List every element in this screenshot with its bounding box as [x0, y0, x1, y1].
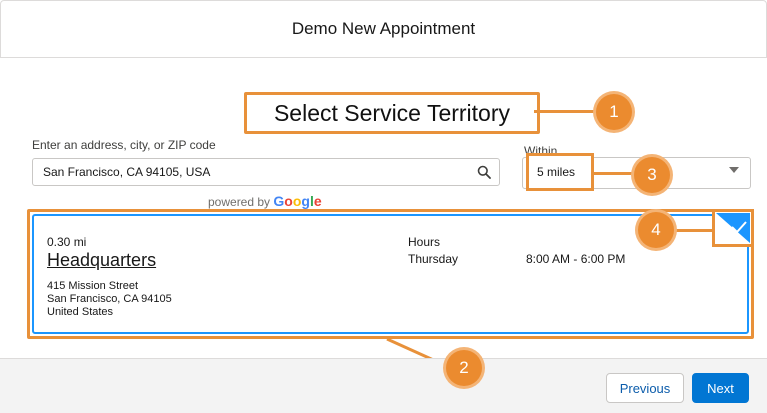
callout-line-1: [534, 110, 596, 113]
hours-time: 8:00 AM - 6:00 PM: [526, 252, 626, 266]
address-value: San Francisco, CA 94105, USA: [43, 165, 211, 179]
territory-distance: 0.30 mi: [47, 235, 87, 249]
modal-title: Demo New Appointment: [291, 19, 476, 38]
callout-1-number: 1: [609, 102, 619, 121]
callout-3: 3: [634, 157, 670, 193]
search-icon[interactable]: [477, 165, 491, 179]
hours-day: Thursday: [408, 252, 459, 266]
chevron-down-icon[interactable]: [729, 167, 739, 173]
powered-by-google: powered by Google: [208, 193, 322, 209]
address-label: Enter an address, city, or ZIP code: [32, 138, 216, 152]
powered-by-text: powered by: [208, 195, 271, 209]
callout-2-number: 2: [459, 358, 469, 377]
modal-header: Demo New Appointment: [0, 0, 767, 58]
next-button[interactable]: Next: [692, 373, 749, 403]
territory-address-line-3: United States: [47, 306, 114, 318]
check-icon: [731, 221, 747, 233]
territory-name-link[interactable]: Headquarters: [47, 250, 156, 271]
previous-button[interactable]: Previous: [606, 373, 684, 403]
google-logo: Google: [273, 193, 322, 209]
hours-label: Hours: [408, 235, 441, 249]
callout-line-4: [672, 229, 714, 232]
callout-4-number: 4: [651, 220, 661, 239]
within-value-text: 5 miles: [537, 165, 576, 179]
callout-1: 1: [596, 94, 632, 130]
callout-line-3: [594, 172, 634, 175]
territory-address-line-1: 415 Mission Street: [47, 280, 139, 292]
page-title: Select Service Territory: [244, 92, 540, 134]
address-search-input[interactable]: San Francisco, CA 94105, USA: [32, 158, 500, 186]
page-title-text: Select Service Territory: [273, 99, 511, 126]
within-selected-value[interactable]: 5 miles: [526, 153, 594, 191]
callout-2: 2: [446, 350, 482, 386]
territory-address-line-2: San Francisco, CA 94105: [47, 293, 172, 305]
callout-4: 4: [638, 212, 674, 248]
callout-3-number: 3: [647, 165, 657, 184]
